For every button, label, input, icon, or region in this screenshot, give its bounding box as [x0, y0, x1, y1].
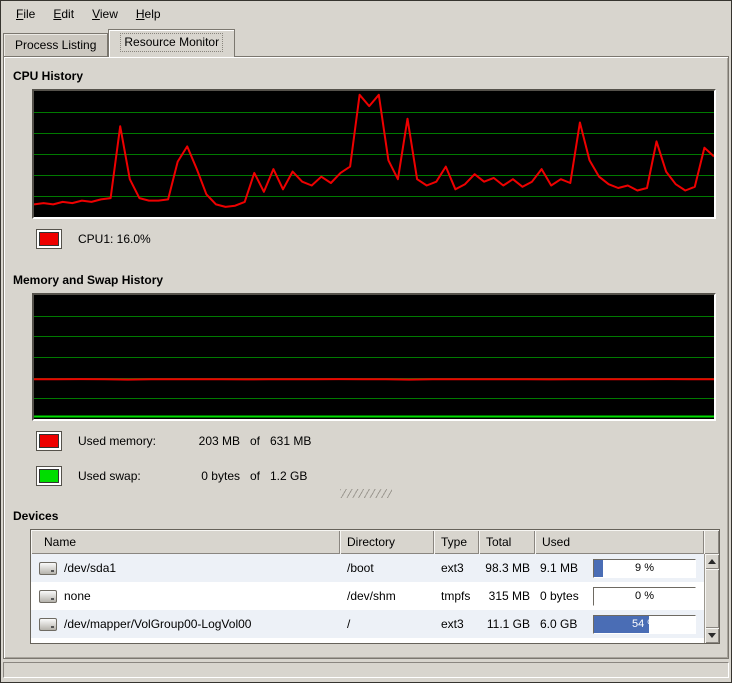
resource-monitor-panel: CPU History CPU1: 16.0% Memory and Swap … — [3, 56, 729, 659]
device-directory: / — [340, 617, 434, 631]
usage-percent-label: 9 % — [594, 560, 695, 577]
cpu-graph-canvas — [34, 91, 714, 217]
memory-legend: Used memory: 203 MB of 631 MB Used swap:… — [36, 431, 340, 486]
device-name: /dev/mapper/VolGroup00-LogVol00 — [64, 617, 251, 631]
device-type: tmpfs — [434, 589, 479, 603]
table-row-dev-sda1[interactable]: /dev/sda1 /boot ext3 98.3 MB 9.1 MB 9 % — [31, 554, 704, 582]
scroll-up-button[interactable] — [705, 554, 719, 569]
usage-progress-bar: 9 % — [593, 559, 696, 578]
menu-view[interactable]: View — [83, 3, 127, 25]
tab-resource-monitor[interactable]: Resource Monitor — [108, 29, 235, 57]
usage-percent-label: 54 % — [594, 616, 695, 633]
tab-process-listing[interactable]: Process Listing — [3, 33, 108, 56]
pane-resize-handle[interactable] — [340, 489, 392, 498]
device-total: 98.3 MB — [479, 561, 535, 575]
cpu1-color-swatch[interactable] — [36, 229, 62, 249]
devices-title: Devices — [13, 509, 58, 523]
device-type: ext3 — [434, 617, 479, 631]
memory-swap-graph — [32, 293, 716, 421]
usage-percent-label: 0 % — [594, 588, 695, 605]
device-used: 0 bytes — [535, 589, 593, 603]
status-bar — [3, 662, 729, 678]
used-memory-color-fill — [39, 434, 59, 448]
used-memory-color-swatch[interactable] — [36, 431, 62, 451]
cpu-history-title: CPU History — [13, 69, 83, 83]
cpu-legend: CPU1: 16.0% — [36, 229, 151, 249]
device-directory: /dev/shm — [340, 589, 434, 603]
scroll-up-icon — [708, 559, 716, 564]
cpu-history-graph — [32, 89, 716, 219]
device-total: 11.1 GB — [479, 617, 535, 631]
device-used: 9.1 MB — [535, 561, 593, 575]
used-swap-of: of — [240, 469, 270, 483]
vertical-scrollbar[interactable] — [704, 554, 719, 643]
used-swap-label: Used swap: — [78, 469, 178, 483]
device-directory: /boot — [340, 561, 434, 575]
menu-bar: File Edit View Help — [1, 1, 731, 27]
table-row-volgroup[interactable]: /dev/mapper/VolGroup00-LogVol00 / ext3 1… — [31, 610, 704, 638]
scrollbar-thumb[interactable] — [705, 569, 719, 628]
used-memory-label: Used memory: — [78, 434, 178, 448]
tab-process-listing-label: Process Listing — [15, 38, 96, 52]
used-swap-color-fill — [39, 469, 59, 483]
drive-icon — [39, 562, 57, 575]
device-type: ext3 — [434, 561, 479, 575]
drive-icon — [39, 590, 57, 603]
device-total: 315 MB — [479, 589, 535, 603]
column-header-directory[interactable]: Directory — [340, 530, 434, 554]
devices-table: Name Directory Type Total Used /dev/sda1… — [30, 529, 720, 644]
menu-help[interactable]: Help — [127, 3, 170, 25]
column-header-used[interactable]: Used — [535, 530, 704, 554]
device-name: /dev/sda1 — [64, 561, 116, 575]
drive-icon — [39, 618, 57, 631]
device-name: none — [64, 589, 91, 603]
tab-bar: Process Listing Resource Monitor — [3, 29, 235, 56]
column-header-name[interactable]: Name — [31, 530, 340, 554]
column-header-type[interactable]: Type — [434, 530, 479, 554]
table-row-none[interactable]: none /dev/shm tmpfs 315 MB 0 bytes 0 % — [31, 582, 704, 610]
devices-table-header: Name Directory Type Total Used — [31, 530, 704, 554]
used-memory-value: 203 MB — [178, 434, 240, 448]
menu-file[interactable]: File — [7, 3, 44, 25]
used-memory-of: of — [240, 434, 270, 448]
scroll-down-button[interactable] — [705, 628, 719, 643]
cpu1-color-fill — [39, 232, 59, 246]
memory-history-title: Memory and Swap History — [13, 273, 163, 287]
cpu1-legend-label: CPU1: 16.0% — [78, 232, 151, 246]
memory-graph-canvas — [34, 295, 714, 419]
scroll-down-icon — [708, 633, 716, 638]
used-swap-value: 0 bytes — [178, 469, 240, 483]
system-monitor-window: File Edit View Help Process Listing Reso… — [0, 0, 732, 683]
used-swap-total: 1.2 GB — [270, 469, 340, 483]
usage-progress-bar: 54 % — [593, 615, 696, 634]
tab-resource-monitor-label: Resource Monitor — [120, 33, 223, 52]
column-header-stub — [704, 530, 719, 554]
menu-edit[interactable]: Edit — [44, 3, 83, 25]
column-header-total[interactable]: Total — [479, 530, 535, 554]
usage-progress-bar: 0 % — [593, 587, 696, 606]
devices-rows: /dev/sda1 /boot ext3 98.3 MB 9.1 MB 9 % — [31, 554, 704, 643]
used-memory-total: 631 MB — [270, 434, 340, 448]
used-swap-color-swatch[interactable] — [36, 466, 62, 486]
device-used: 6.0 GB — [535, 617, 593, 631]
